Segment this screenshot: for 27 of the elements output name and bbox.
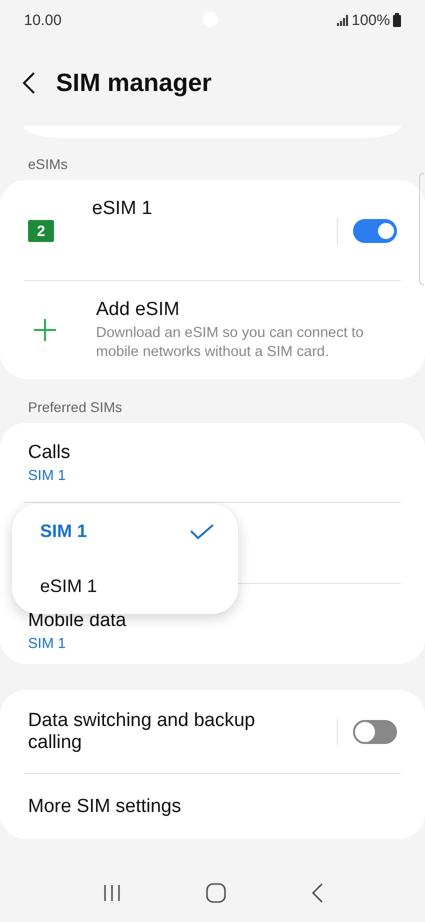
back-icon[interactable] <box>310 883 322 903</box>
signal-icon <box>336 14 349 26</box>
menu-option[interactable]: eSIM 1 <box>40 568 214 604</box>
recent-apps-icon[interactable] <box>102 884 120 902</box>
row-description: Download an eSIM so you can connect to mobile networks without a SIM card. <box>96 324 365 362</box>
sim-card-icon: 2 <box>28 220 54 242</box>
row-title[interactable]: Calls <box>28 442 70 464</box>
page-title: SIM manager <box>56 68 212 98</box>
plus-icon[interactable] <box>34 319 56 341</box>
row-title[interactable]: Mobile data <box>28 610 126 632</box>
battery-percent: 100% <box>352 12 390 28</box>
row-title[interactable]: Data switching and backup calling <box>28 710 288 754</box>
back-icon[interactable] <box>22 72 36 94</box>
status-time: 10.00 <box>24 12 62 28</box>
home-icon[interactable] <box>206 883 226 903</box>
row-value: SIM 1 <box>28 468 67 484</box>
section-label: eSIMs <box>27 155 69 174</box>
toggle-switch[interactable] <box>353 720 397 744</box>
section-label: Preferred SIMs <box>27 398 124 417</box>
row-title[interactable]: More SIM settings <box>28 796 182 818</box>
row-title[interactable]: eSIM 1 <box>92 198 152 220</box>
menu-option[interactable]: SIM 1 <box>40 514 214 550</box>
check-icon <box>190 524 214 540</box>
row-value: SIM 1 <box>28 636 67 652</box>
toggle-switch[interactable] <box>353 219 397 243</box>
battery-icon <box>393 13 401 27</box>
row-title[interactable]: Add eSIM <box>96 298 397 321</box>
